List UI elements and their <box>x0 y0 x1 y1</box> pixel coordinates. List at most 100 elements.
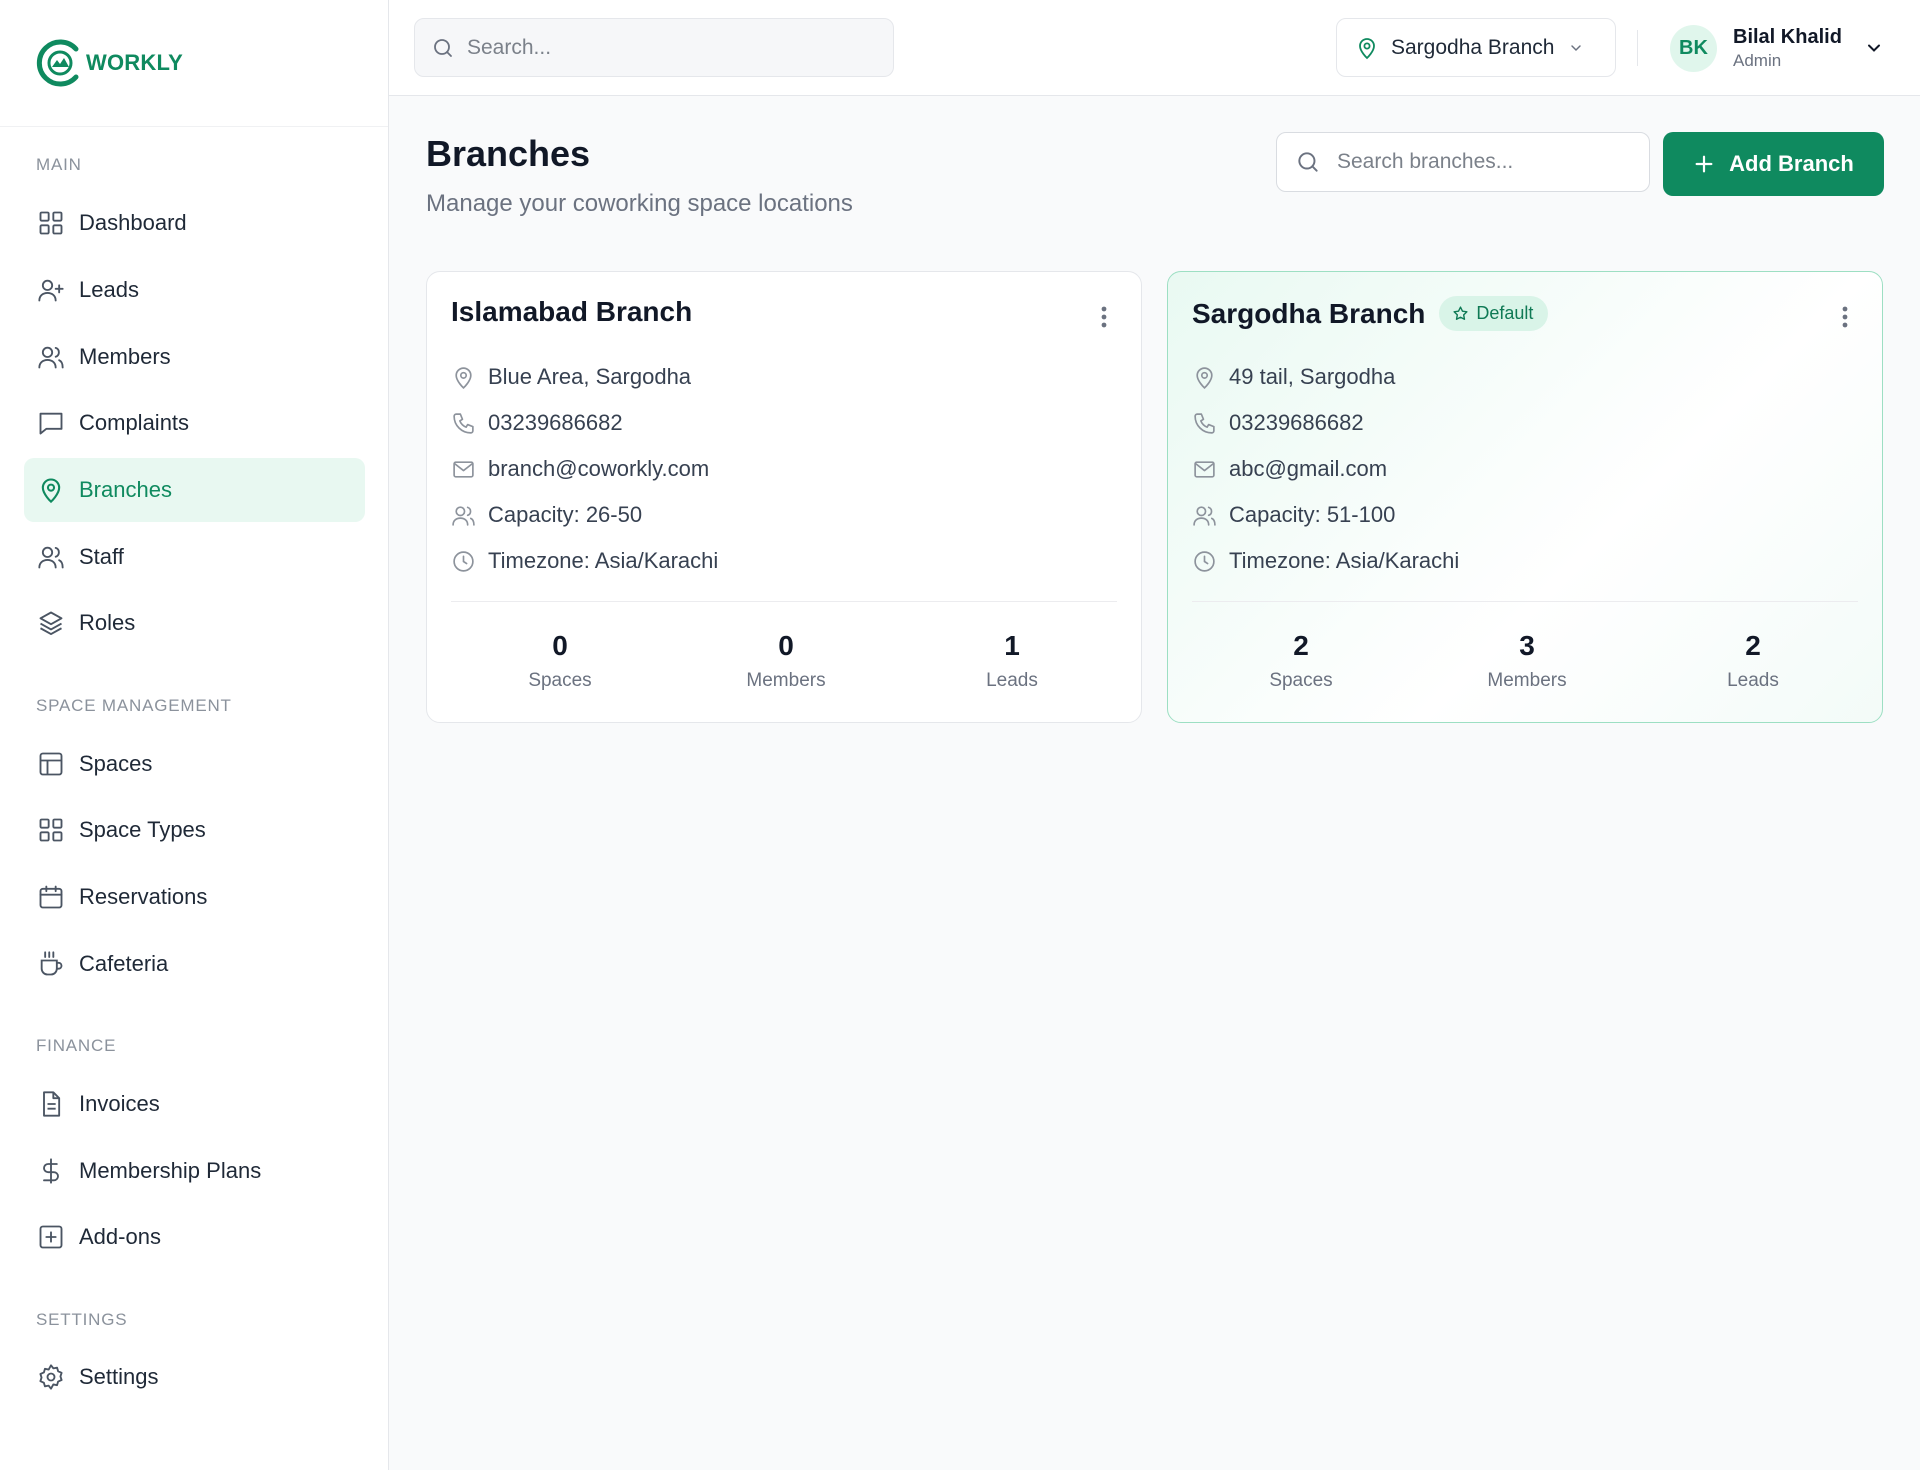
stat-value: 2 <box>1293 630 1309 661</box>
plus-icon <box>1695 155 1713 173</box>
grid-icon <box>39 211 63 235</box>
email-text: branch@coworkly.com <box>488 456 710 481</box>
card-divider <box>451 601 1117 602</box>
branch-card-islamabad[interactable]: Islamabad Branch Blue Area, Sargodha 032… <box>426 271 1142 723</box>
branch-name: Islamabad Branch <box>451 296 693 327</box>
sidebar-item-complaints[interactable]: Complaints <box>24 391 365 455</box>
stat-leads: 2 Leads <box>1663 630 1843 692</box>
timezone-text: Timezone: Asia/Karachi <box>1229 548 1460 573</box>
coffee-icon <box>40 951 63 976</box>
capacity-text: Capacity: 51-100 <box>1229 502 1396 527</box>
section-title-main: MAIN <box>36 155 82 174</box>
chevron-down-icon <box>1867 44 1880 52</box>
sidebar-item-members[interactable]: Members <box>24 325 365 389</box>
sidebar-item-label: Branches <box>79 477 172 502</box>
clock-icon <box>1194 550 1215 572</box>
mail-icon <box>1194 460 1215 478</box>
more-options-icon[interactable] <box>1101 305 1107 329</box>
sidebar-item-label: Reservations <box>79 884 208 909</box>
map-pin-icon <box>1196 366 1213 389</box>
clock-icon <box>453 550 474 572</box>
sidebar-item-branches[interactable]: Branches <box>24 458 365 522</box>
card-header: Islamabad Branch <box>451 296 692 328</box>
users-icon <box>452 505 475 526</box>
global-search-input[interactable] <box>467 35 847 60</box>
phone-icon <box>1194 412 1215 434</box>
branch-capacity: Capacity: 51-100 <box>1192 502 1395 528</box>
sidebar-item-add-ons[interactable]: Add-ons <box>24 1205 365 1269</box>
sidebar-item-reservations[interactable]: Reservations <box>24 865 365 929</box>
branch-address: 49 tail, Sargodha <box>1192 364 1395 390</box>
branch-search[interactable] <box>1276 132 1650 192</box>
add-branch-button[interactable]: Add Branch <box>1663 132 1884 196</box>
stat-spaces: 2 Spaces <box>1211 630 1391 692</box>
gear-icon <box>39 1364 63 1390</box>
sidebar-item-label: Dashboard <box>79 210 187 235</box>
capacity-text: Capacity: 26-50 <box>488 502 643 527</box>
stat-label: Members <box>1487 670 1567 691</box>
chat-icon <box>39 412 63 435</box>
mail-icon <box>453 460 474 478</box>
sidebar-item-membership-plans[interactable]: Membership Plans <box>24 1139 365 1203</box>
user-info: Bilal Khalid Admin <box>1733 26 1842 71</box>
stat-value: 0 <box>552 630 568 661</box>
branch-timezone: Timezone: Asia/Karachi <box>1192 548 1459 574</box>
sidebar-item-roles[interactable]: Roles <box>24 591 365 655</box>
sidebar-item-settings[interactable]: Settings <box>24 1345 365 1409</box>
users-icon <box>38 346 64 369</box>
phone-icon <box>453 412 474 434</box>
address-text: Blue Area, Sargodha <box>488 364 692 389</box>
sidebar-item-cafeteria[interactable]: Cafeteria <box>24 932 365 996</box>
sidebar-item-label: Spaces <box>79 751 153 776</box>
sidebar-item-space-types[interactable]: Space Types <box>24 798 365 862</box>
stat-members: 0 Members <box>696 630 876 692</box>
sidebar-item-label: Roles <box>79 610 136 635</box>
stat-members: 3 Members <box>1437 630 1617 692</box>
add-branch-label: Add Branch <box>1729 151 1854 176</box>
branch-address: Blue Area, Sargodha <box>451 364 691 390</box>
sidebar-item-spaces[interactable]: Spaces <box>24 732 365 796</box>
page-title: Branches <box>426 133 591 174</box>
stat-label: Leads <box>1727 670 1779 691</box>
timezone-text: Timezone: Asia/Karachi <box>488 548 719 573</box>
branch-search-input[interactable] <box>1337 150 1637 174</box>
calendar-icon <box>39 885 63 909</box>
sidebar-item-dashboard[interactable]: Dashboard <box>24 191 365 255</box>
search-icon <box>434 38 452 57</box>
branch-selector[interactable]: Sargodha Branch <box>1336 18 1616 77</box>
sidebar-item-invoices[interactable]: Invoices <box>24 1072 365 1136</box>
stat-value: 1 <box>1004 630 1020 661</box>
branch-capacity: Capacity: 26-50 <box>451 502 642 528</box>
topbar-divider <box>1637 30 1638 66</box>
phone-text: 03239686682 <box>488 410 623 435</box>
logo[interactable]: WORKLY <box>0 0 388 127</box>
file-text-icon <box>43 1091 61 1117</box>
sidebar-item-staff[interactable]: Staff <box>24 525 365 589</box>
map-pin-icon <box>41 478 61 504</box>
global-search[interactable] <box>414 18 894 77</box>
grid-icon <box>39 818 63 842</box>
search-icon <box>1298 152 1318 172</box>
topbar: Sargodha Branch BK Bilal Khalid Admin <box>389 0 1920 96</box>
sidebar-item-label: Cafeteria <box>79 951 169 976</box>
stat-label: Leads <box>986 670 1038 691</box>
sidebar-item-label: Invoices <box>79 1091 160 1116</box>
sidebar: WORKLY MAIN Dashboard Leads Members Comp… <box>0 0 389 1470</box>
stat-value: 0 <box>778 630 794 661</box>
section-title-finance: FINANCE <box>36 1036 117 1055</box>
branch-timezone: Timezone: Asia/Karachi <box>451 548 718 574</box>
layers-icon <box>39 611 63 636</box>
branch-card-sargodha[interactable]: Sargodha Branch Default 49 tail, Sargodh… <box>1167 271 1883 723</box>
branch-name: Sargodha Branch <box>1192 297 1426 329</box>
more-options-icon[interactable] <box>1842 305 1848 329</box>
user-menu[interactable]: BK Bilal Khalid Admin <box>1670 24 1884 72</box>
stat-value: 3 <box>1519 630 1535 661</box>
default-badge: Default <box>1439 296 1549 331</box>
card-header: Sargodha Branch Default <box>1192 296 1549 331</box>
sidebar-item-label: Space Types <box>79 817 206 842</box>
sidebar-item-label: Add-ons <box>79 1224 161 1249</box>
section-title-settings: SETTINGS <box>36 1310 128 1329</box>
dollar-icon <box>43 1158 59 1184</box>
sidebar-item-leads[interactable]: Leads <box>24 258 365 322</box>
branch-phone: 03239686682 <box>451 410 623 436</box>
